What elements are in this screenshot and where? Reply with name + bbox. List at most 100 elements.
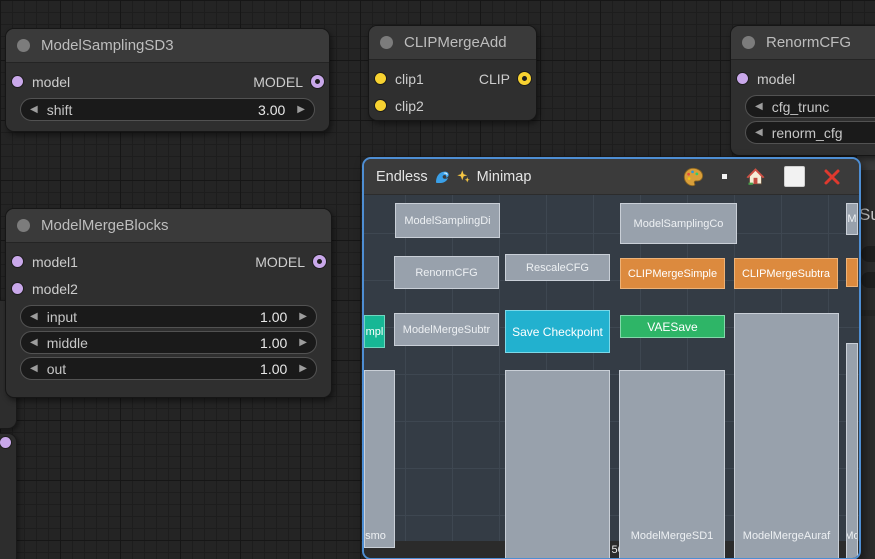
minimap-window[interactable]: Endless Minimap: [362, 157, 861, 559]
collapse-dot-icon[interactable]: [17, 39, 30, 52]
minimap-node-rescalecfg: RescaleCFG: [505, 254, 610, 281]
graph-node-modelmergeblocks[interactable]: ModelMergeBlocks model1 MODEL model2 ◀ input 1…: [5, 208, 332, 398]
output-slot[interactable]: MODEL: [253, 74, 329, 90]
input-slot-label: clip1: [395, 71, 424, 87]
widget-middle[interactable]: ◀middle1.00▶: [20, 331, 317, 354]
output-slot-label: MODEL: [253, 74, 303, 90]
graph-node-modelsamplingsd3[interactable]: ModelSamplingSD3 model MODEL ◀ shift 3.00 ▶: [5, 28, 330, 132]
output-slot[interactable]: MODEL: [255, 254, 331, 270]
minimap-node-m: M: [846, 203, 858, 235]
decrement-arrow-icon[interactable]: ◀: [30, 105, 38, 115]
widget-value: 1.00: [260, 309, 287, 325]
minimap-title-suffix: Minimap: [477, 169, 532, 185]
wave-icon: [434, 169, 450, 185]
widget-label: out: [47, 361, 66, 377]
widget-value: 1.00: [260, 335, 287, 351]
decrement-arrow-icon[interactable]: ◀: [755, 128, 763, 138]
collapse-dot-icon[interactable]: [742, 36, 755, 49]
palette-icon[interactable]: [682, 166, 704, 188]
node-body: model MODEL ◀ shift 3.00 ▶: [6, 63, 329, 121]
home-icon[interactable]: [745, 166, 766, 187]
input-slot-dot[interactable]: [375, 73, 386, 84]
slot-row: model: [731, 65, 875, 92]
node-title-bar[interactable]: RenormCFG: [731, 26, 875, 60]
minimap-node-clipmergesimple: CLIPMergeSimple: [620, 258, 725, 289]
node-title-bar[interactable]: CLIPMergeAdd: [369, 26, 536, 60]
input-slot-dot[interactable]: [375, 100, 386, 111]
minimap-toolbar: [682, 166, 847, 188]
dot-icon[interactable]: [722, 174, 727, 179]
input-slot[interactable]: model: [6, 74, 70, 90]
widget-renorm-cfg[interactable]: ◀renorm_cfg▶: [745, 121, 875, 144]
slot-row: clip1 CLIP: [369, 65, 536, 92]
output-slot-label: CLIP: [479, 71, 510, 87]
output-slot-dot[interactable]: [518, 72, 531, 85]
slot-row: model1 MODEL: [6, 248, 331, 275]
slot-row: model MODEL: [6, 68, 329, 95]
widget-value: 1.00: [260, 361, 287, 377]
input-slot-dot[interactable]: [12, 76, 23, 87]
output-slot-dot[interactable]: [313, 255, 326, 268]
input-slot-label: model: [32, 74, 70, 90]
node-title-bar[interactable]: ModelSamplingSD3: [6, 29, 329, 63]
offscreen-node-title-text: Su: [859, 205, 875, 225]
minimap-node-modelmergesd1: ModelMergeSD1: [619, 370, 725, 559]
square-icon[interactable]: [784, 166, 805, 187]
node-body: model◀cfg_trunc▶◀renorm_cfg▶: [731, 60, 875, 144]
increment-arrow-icon[interactable]: ▶: [299, 312, 307, 322]
collapse-dot-icon[interactable]: [380, 36, 393, 49]
decrement-arrow-icon[interactable]: ◀: [30, 338, 38, 348]
increment-arrow-icon[interactable]: ▶: [299, 338, 307, 348]
node-title-label: ModelMergeBlocks: [41, 217, 169, 234]
graph-node-renormcfg[interactable]: RenormCFGmodel◀cfg_trunc▶◀renorm_cfg▶: [730, 25, 875, 156]
minimap-title-prefix: Endless: [376, 169, 428, 185]
input-slot[interactable]: clip1: [369, 71, 424, 87]
output-slot-dot[interactable]: [311, 75, 324, 88]
minimap-title-bar[interactable]: Endless Minimap: [364, 159, 859, 195]
minimap-viewport[interactable]: ModelSamplingDiModelSamplingCoMRenormCFG…: [364, 195, 859, 541]
decrement-arrow-icon[interactable]: ◀: [755, 102, 763, 112]
node-title-bar[interactable]: ModelMergeBlocks: [6, 209, 331, 243]
widget-label: shift: [47, 102, 73, 118]
node-graph-canvas[interactable]: Su ModelSamplingSD3 model MODEL ◀ shift 3.00 ▶…: [0, 0, 875, 559]
sparkles-icon: [456, 169, 471, 184]
widget-label: input: [47, 309, 77, 325]
slot-row: clip2: [369, 92, 536, 119]
widget-out[interactable]: ◀ out 1.00 ▶: [20, 357, 317, 380]
minimap-node-mpl: mpl: [364, 315, 385, 348]
increment-arrow-icon[interactable]: ▶: [299, 364, 307, 374]
decrement-arrow-icon[interactable]: ◀: [30, 364, 38, 374]
collapse-dot-icon[interactable]: [17, 219, 30, 232]
offscreen-widget-fragment: [861, 246, 875, 262]
input-slot-dot[interactable]: [12, 283, 23, 294]
node-body: clip1 CLIP clip2: [369, 60, 536, 119]
minimap-node-modelsamplingco: ModelSamplingCo: [620, 203, 737, 244]
close-icon[interactable]: [823, 168, 841, 186]
input-slot-label: model1: [32, 254, 78, 270]
minimap-node-modelmergeauraf: ModelMergeAuraf: [734, 313, 839, 559]
graph-node-clipmergeadd[interactable]: CLIPMergeAdd clip1 CLIP clip2: [368, 25, 537, 121]
widget-label: renorm_cfg: [772, 125, 843, 141]
increment-arrow-icon[interactable]: ▶: [297, 105, 305, 115]
input-slot-dot[interactable]: [737, 73, 748, 84]
minimap-node-modelmergesubtr: ModelMergeSubtr: [394, 313, 499, 346]
output-slot[interactable]: CLIP: [479, 71, 536, 87]
widget-cfg-trunc[interactable]: ◀cfg_trunc▶: [745, 95, 875, 118]
offscreen-node-partial-bottom[interactable]: [0, 433, 17, 559]
widget-shift[interactable]: ◀ shift 3.00 ▶: [20, 98, 315, 121]
minimap-node-modelsamplingdi: ModelSamplingDi: [395, 203, 500, 238]
input-slot-label: clip2: [395, 98, 424, 114]
input-slot-dot[interactable]: [12, 256, 23, 267]
node-title-label: RenormCFG: [766, 34, 851, 51]
input-slot[interactable]: model2: [6, 281, 78, 297]
input-slot[interactable]: clip2: [369, 98, 424, 114]
input-slot-label: model: [757, 71, 795, 87]
decrement-arrow-icon[interactable]: ◀: [30, 312, 38, 322]
node-title-label: CLIPMergeAdd: [404, 34, 507, 51]
offscreen-node-slot-dot[interactable]: [0, 437, 11, 448]
widget-input[interactable]: ◀ input 1.00 ▶: [20, 305, 317, 328]
input-slot[interactable]: model1: [6, 254, 78, 270]
widget-value: 3.00: [258, 102, 285, 118]
input-slot[interactable]: model: [731, 71, 795, 87]
widget-label: cfg_trunc: [772, 99, 830, 115]
